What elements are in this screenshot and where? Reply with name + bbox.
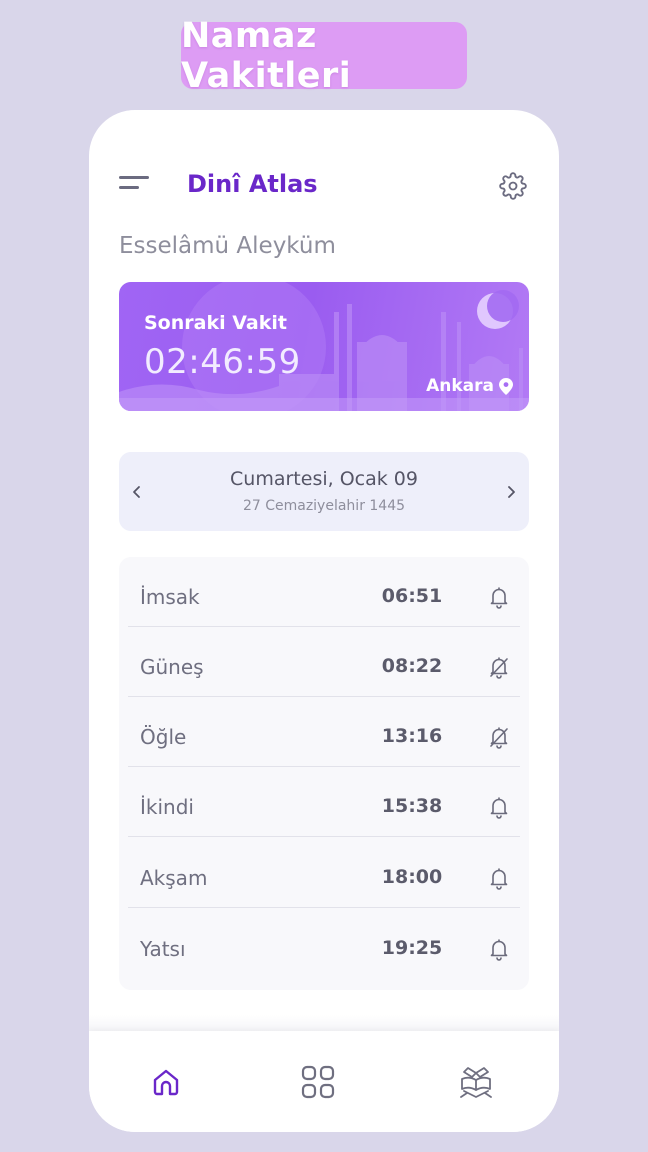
gregorian-date: Cumartesi, Ocak 09	[230, 468, 418, 490]
prayer-row-gunes: Güneş 08:22	[119, 627, 529, 697]
location-city: Ankara	[426, 376, 494, 396]
hijri-date: 27 Cemaziyelahir 1445	[242, 498, 406, 514]
prayer-time: 15:38	[381, 795, 443, 817]
countdown-timer: 02:46:59	[144, 342, 301, 382]
prayer-name: Akşam	[140, 866, 208, 890]
prayer-times-list: İmsak 06:51 Güneş 08:22 Öğle 13:16 İkind…	[119, 557, 529, 990]
bell-off-icon[interactable]	[488, 655, 510, 679]
prayer-name: Öğle	[140, 725, 187, 749]
grid-icon[interactable]	[300, 1064, 336, 1100]
bottom-navigation	[89, 1031, 559, 1132]
prayer-time: 19:25	[381, 937, 443, 959]
prayer-name: Güneş	[140, 655, 204, 679]
prayer-time: 08:22	[381, 655, 443, 677]
location[interactable]: Ankara	[426, 376, 513, 396]
prayer-row-imsak: İmsak 06:51	[119, 557, 529, 627]
prayer-time: 06:51	[381, 585, 443, 607]
next-prayer-label: Sonraki Vakit	[144, 312, 287, 334]
gear-icon[interactable]	[499, 172, 527, 200]
banner-title: Namaz Vakitleri	[181, 15, 352, 96]
home-icon[interactable]	[148, 1064, 184, 1100]
bell-icon[interactable]	[488, 795, 510, 819]
prayer-row-ikindi: İkindi 15:38	[119, 767, 529, 837]
prayer-name: İkindi	[140, 795, 194, 819]
bell-icon[interactable]	[488, 866, 510, 890]
next-prayer-card: Sonraki Vakit 02:46:59 Ankara	[119, 282, 529, 411]
menu-icon[interactable]	[119, 176, 149, 194]
quran-book-icon[interactable]	[458, 1064, 494, 1100]
prayer-name: İmsak	[140, 585, 200, 609]
prayer-row-aksam: Akşam 18:00	[119, 838, 529, 908]
prayer-row-ogle: Öğle 13:16	[119, 697, 529, 767]
app-title: Dinî Atlas	[187, 170, 318, 198]
bell-icon[interactable]	[488, 937, 510, 961]
greeting-text: Esselâmü Aleyküm	[119, 233, 336, 259]
prayer-name: Yatsı	[140, 937, 186, 961]
prayer-time: 18:00	[381, 866, 443, 888]
header-banner: Namaz Vakitleri	[181, 16, 467, 96]
location-pin-icon	[499, 377, 513, 395]
bell-off-icon[interactable]	[488, 725, 510, 749]
bell-icon[interactable]	[488, 585, 510, 609]
prayer-row-yatsi: Yatsı 19:25	[119, 909, 529, 979]
date-selector: Cumartesi, Ocak 09 27 Cemaziyelahir 1445	[119, 452, 529, 531]
chevron-right-icon[interactable]	[503, 482, 519, 502]
prayer-time: 13:16	[381, 725, 443, 747]
phone-frame: Dinî Atlas Esselâmü Aleyküm Sonraki Vaki…	[89, 110, 559, 1132]
